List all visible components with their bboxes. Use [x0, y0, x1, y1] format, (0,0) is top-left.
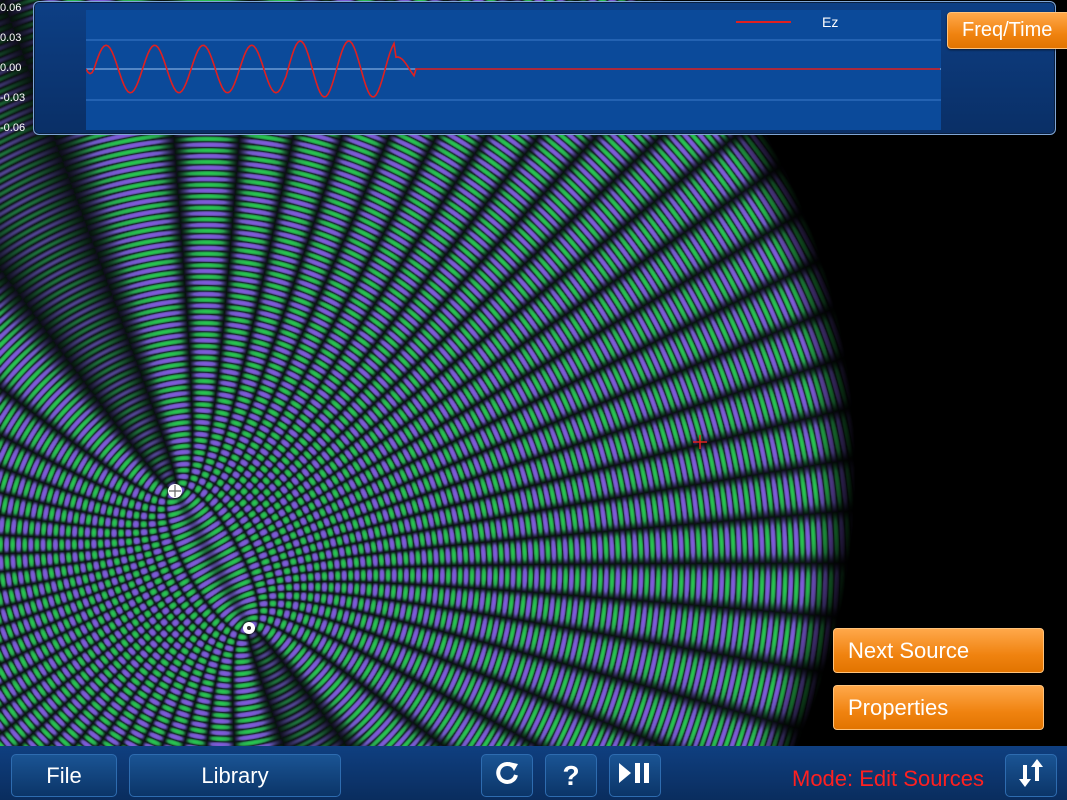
probe-plot	[86, 10, 941, 130]
play-pause-icon	[617, 761, 653, 791]
y-tick-label: -0.03	[0, 92, 26, 104]
y-tick-label: 0.00	[0, 62, 22, 74]
legend-swatch	[736, 21, 791, 23]
mode-status-text: Mode: Edit Sources	[792, 766, 984, 791]
properties-button[interactable]: Properties	[833, 685, 1044, 730]
source-marker[interactable]	[238, 617, 260, 644]
next-source-button[interactable]: Next Source	[833, 628, 1044, 673]
y-tick-label: 0.03	[0, 32, 22, 44]
swap-arrows-icon	[1015, 757, 1047, 795]
legend-label: Ez	[822, 14, 839, 30]
y-tick-label: 0.06	[0, 2, 22, 14]
probe-panel: Ez Freq/Time	[33, 1, 1067, 135]
library-button[interactable]: Library	[129, 754, 341, 797]
help-button[interactable]: ?	[545, 754, 597, 797]
refresh-icon	[492, 758, 522, 794]
freq-time-button[interactable]: Freq/Time	[947, 12, 1067, 49]
refresh-button[interactable]	[481, 754, 533, 797]
play-pause-button[interactable]	[609, 754, 661, 797]
swap-panels-button[interactable]	[1005, 754, 1057, 797]
y-tick-label: -0.06	[0, 122, 26, 134]
help-icon: ?	[562, 759, 580, 791]
source-marker[interactable]	[164, 480, 186, 507]
probe-crosshair-icon[interactable]	[692, 434, 708, 455]
file-button[interactable]: File	[11, 754, 117, 797]
